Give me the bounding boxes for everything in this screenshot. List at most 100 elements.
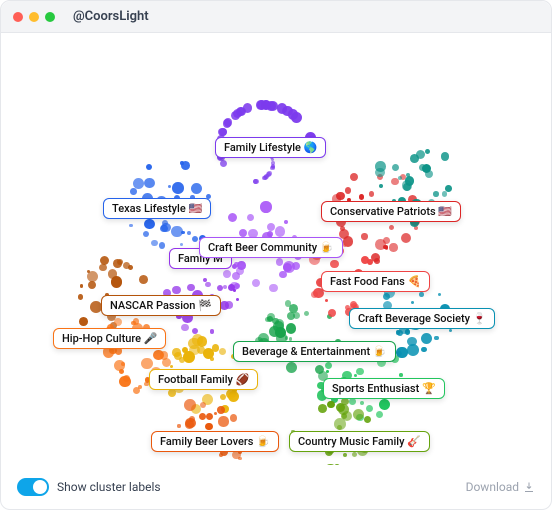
cluster-node <box>113 259 122 268</box>
cluster-node <box>205 282 210 287</box>
cluster-node <box>389 225 394 230</box>
cluster-node <box>289 304 298 313</box>
cluster-node <box>129 224 132 227</box>
cluster-node <box>385 247 388 250</box>
cluster-node <box>330 260 338 268</box>
cluster-node <box>191 183 202 194</box>
cluster-node <box>79 317 88 326</box>
cluster-node <box>146 164 152 170</box>
maximize-icon[interactable] <box>45 12 55 22</box>
cluster-node <box>172 286 180 294</box>
cluster-node <box>304 311 309 316</box>
cluster-label[interactable]: Family Beer Lovers 🍺 <box>151 431 279 452</box>
cluster-node <box>182 347 188 353</box>
cluster-label[interactable]: Country Music Family 🎸 <box>289 431 430 452</box>
cluster-node <box>441 152 449 160</box>
cluster-node <box>232 264 237 269</box>
cluster-node <box>438 293 441 296</box>
cluster-visualization[interactable]: Family Lifestyle 🌎 Texas Lifestyle 🇺🇸 Cons… <box>1 33 551 465</box>
cluster-node <box>325 299 328 302</box>
cluster-node <box>419 164 426 171</box>
cluster-node <box>283 263 292 272</box>
cluster-node <box>366 405 373 412</box>
cluster-node <box>407 337 416 346</box>
cluster-node <box>161 223 170 232</box>
page-title: @CoorsLight <box>73 9 149 24</box>
cluster-node <box>151 240 157 246</box>
cluster-node <box>80 284 84 288</box>
cluster-node <box>232 272 240 280</box>
cluster-node <box>139 275 148 284</box>
cluster-node <box>180 161 184 165</box>
cluster-node <box>318 404 327 413</box>
cluster-node <box>119 376 130 387</box>
cluster-node <box>263 175 268 180</box>
cluster-node <box>367 259 374 266</box>
toggle-show-labels[interactable]: Show cluster labels <box>17 478 161 496</box>
cluster-node <box>217 285 223 291</box>
cluster-node <box>284 220 288 224</box>
cluster-node <box>220 394 226 400</box>
cluster-node <box>172 182 184 194</box>
cluster-node <box>210 357 214 361</box>
cluster-node <box>267 223 275 231</box>
cluster-label[interactable]: Family Lifestyle 🌎 <box>215 137 326 158</box>
toggle-switch[interactable] <box>17 478 49 496</box>
cluster-node <box>181 324 188 331</box>
cluster-label[interactable]: Hip-Hop Culture 🎤 <box>53 328 166 349</box>
cluster-node <box>88 281 96 289</box>
cluster-node <box>416 150 425 159</box>
footer: Show cluster labels Download <box>1 465 551 509</box>
download-button[interactable]: Download <box>466 480 535 494</box>
minimize-icon[interactable] <box>29 12 39 22</box>
cluster-node <box>217 406 225 414</box>
cluster-node <box>270 166 274 170</box>
cluster-node <box>379 184 383 188</box>
cluster-node <box>170 365 173 368</box>
cluster-node <box>361 233 367 239</box>
cluster-node <box>220 160 227 167</box>
cluster-node <box>138 385 142 389</box>
cluster-node <box>219 128 227 136</box>
cluster-label[interactable]: Football Family 🏈 <box>149 369 258 390</box>
cluster-node <box>433 191 438 196</box>
cluster-label[interactable]: Sports Enthusiast 🏆 <box>323 378 445 399</box>
cluster-node <box>349 398 356 405</box>
cluster-node <box>375 168 385 178</box>
download-label: Download <box>466 480 519 494</box>
cluster-node <box>369 191 375 197</box>
app-window: @CoorsLight Family Lifestyle 🌎 Texas Life… <box>0 0 552 510</box>
cluster-label[interactable]: Fast Food Fans 🍕 <box>321 271 430 292</box>
cluster-node <box>78 294 84 300</box>
cluster-node <box>200 402 206 408</box>
cluster-node <box>210 329 215 334</box>
cluster-node <box>265 317 270 322</box>
cluster-node <box>434 336 439 341</box>
cluster-node <box>352 452 357 457</box>
cluster-label[interactable]: Craft Beverage Society 🍷 <box>349 308 495 329</box>
cluster-node <box>168 389 176 397</box>
cluster-node <box>180 243 183 246</box>
cluster-node <box>143 231 149 237</box>
cluster-node <box>398 176 402 180</box>
cluster-node <box>228 213 237 222</box>
close-icon[interactable] <box>13 12 23 22</box>
cluster-label[interactable]: Conservative Patriots 🇺🇸 <box>321 201 461 222</box>
window-controls <box>13 12 55 22</box>
cluster-node <box>360 401 364 405</box>
cluster-node <box>449 329 452 332</box>
cluster-node <box>230 414 238 422</box>
cluster-node <box>442 191 448 197</box>
cluster-node <box>326 370 329 373</box>
cluster-node <box>219 348 226 355</box>
cluster-node <box>253 179 258 184</box>
cluster-node <box>275 226 286 237</box>
cluster-node <box>356 368 364 376</box>
cluster-node <box>350 173 358 181</box>
cluster-node <box>286 362 298 374</box>
cluster-label[interactable]: Craft Beer Community 🍺 <box>199 237 343 258</box>
cluster-label[interactable]: NASCAR Passion 🏁 <box>101 295 221 316</box>
cluster-label[interactable]: Texas Lifestyle 🇺🇸 <box>103 198 211 219</box>
cluster-label[interactable]: Beverage & Entertainment 🍺 <box>233 341 396 362</box>
cluster-node <box>269 284 277 292</box>
